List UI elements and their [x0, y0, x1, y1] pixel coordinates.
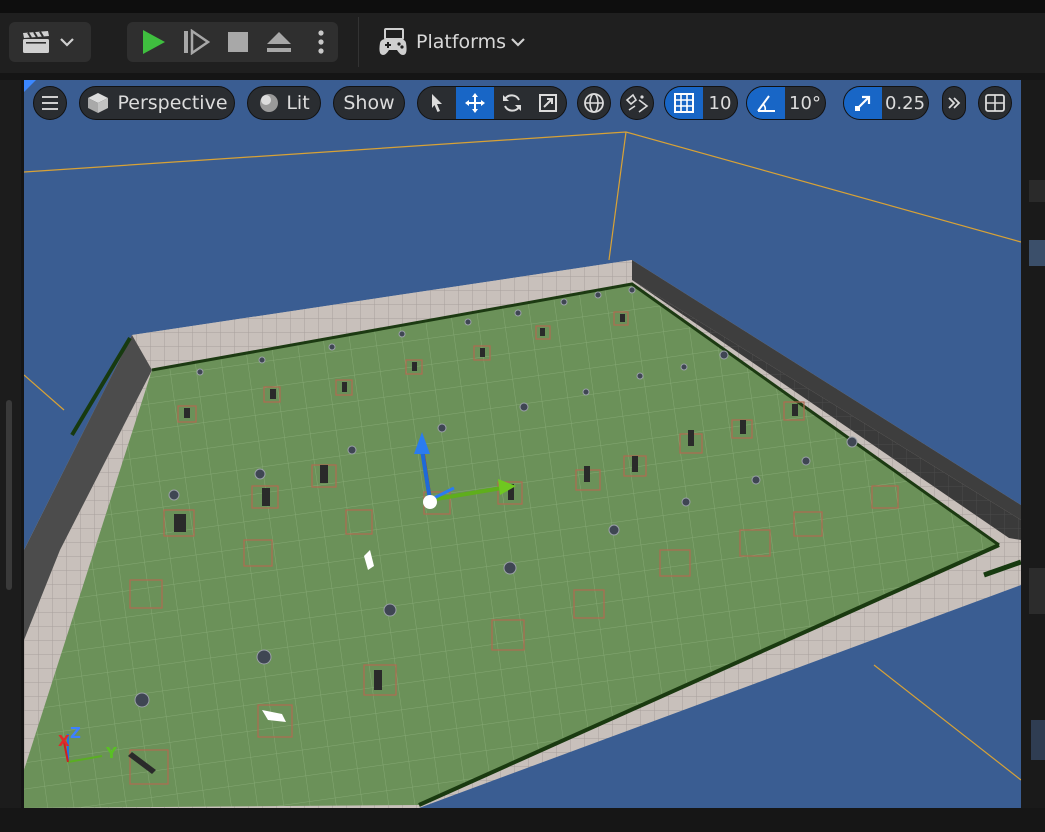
- angle-icon: [757, 95, 775, 112]
- select-arrow-icon: [432, 94, 442, 112]
- left-scrollbar[interactable]: [6, 400, 12, 590]
- lighting-mode-button[interactable]: Lit: [247, 86, 321, 120]
- stop-icon[interactable]: [227, 31, 249, 53]
- play-icon[interactable]: [139, 28, 167, 56]
- toolbar-overflow-button[interactable]: [942, 86, 966, 120]
- right-panel-edge: [1021, 80, 1045, 820]
- lit-sphere-icon: [260, 94, 279, 112]
- rotate-icon: [503, 94, 521, 112]
- panel-splitter[interactable]: [1029, 568, 1045, 614]
- surface-snap-button[interactable]: [620, 86, 654, 120]
- viewport-toolbar: Perspective Lit Show 10 10° 0.25: [24, 86, 1021, 120]
- rotate-tool-button[interactable]: [494, 87, 530, 119]
- more-vertical-icon[interactable]: [315, 28, 327, 56]
- bottom-bar: [0, 808, 1045, 832]
- coordinate-space-button[interactable]: [577, 86, 611, 120]
- grid-icon: [674, 93, 694, 113]
- level-viewport[interactable]: X Y Z Perspective Lit Show 10 10° 0.25: [24, 80, 1021, 808]
- layout-grid-icon: [985, 94, 1005, 112]
- skip-frame-icon[interactable]: [182, 29, 210, 55]
- grid-snap-group: 10: [664, 86, 738, 120]
- rotation-snap-value: 10°: [789, 92, 821, 114]
- scene-render[interactable]: [24, 80, 1021, 808]
- show-flags-label: Show: [343, 92, 395, 114]
- grid-snap-toggle[interactable]: [665, 87, 703, 119]
- show-flags-button[interactable]: Show: [333, 86, 405, 120]
- left-panel-edge: [0, 80, 21, 820]
- axis-label-x: X: [58, 732, 70, 750]
- move-tool-button[interactable]: [456, 87, 494, 119]
- surface-snap-icon: [625, 93, 649, 113]
- scale-snap-toggle[interactable]: [844, 87, 882, 119]
- scale-icon: [539, 94, 557, 112]
- eject-icon[interactable]: [265, 30, 293, 54]
- scale-snap-icon: [855, 95, 871, 111]
- view-mode-button[interactable]: Perspective: [79, 86, 235, 120]
- outliner-selected-row[interactable]: [1029, 240, 1045, 266]
- rotation-snap-group: 10°: [746, 86, 826, 120]
- scale-snap-group: 0.25: [843, 86, 929, 120]
- rotation-snap-toggle[interactable]: [747, 87, 785, 119]
- rotation-snap-value-dropdown[interactable]: 10°: [785, 87, 825, 119]
- scale-tool-button[interactable]: [530, 87, 566, 119]
- axis-label-y: Y: [106, 744, 117, 762]
- select-tool-button[interactable]: [418, 87, 456, 119]
- lighting-mode-label: Lit: [286, 92, 310, 114]
- viewport-menu-button[interactable]: [33, 86, 67, 120]
- globe-icon: [584, 93, 604, 113]
- cube-icon: [88, 93, 109, 113]
- scale-snap-value-dropdown[interactable]: 0.25: [882, 87, 928, 119]
- chevron-down-icon: [60, 38, 74, 47]
- cinematics-button[interactable]: [9, 22, 91, 62]
- grid-snap-value: 10: [708, 92, 732, 114]
- viewport-layout-button[interactable]: [978, 86, 1012, 120]
- gamepad-icon: [379, 28, 407, 55]
- toolbar-separator: [358, 17, 359, 67]
- double-chevron-right-icon: [948, 97, 961, 109]
- move-icon: [465, 93, 485, 113]
- details-panel-tab[interactable]: [1031, 720, 1045, 760]
- main-toolbar: Platforms: [0, 13, 1045, 73]
- clapperboard-icon: [23, 31, 49, 53]
- platforms-button[interactable]: Platforms: [376, 22, 536, 62]
- chevron-down-icon: [511, 38, 525, 47]
- axis-label-z: Z: [70, 724, 81, 742]
- platforms-label: Platforms: [416, 31, 507, 53]
- title-strip: [0, 0, 1045, 13]
- hamburger-menu-icon: [42, 96, 58, 110]
- transform-tools-group: [417, 86, 567, 120]
- outliner-eye-icon[interactable]: [1029, 180, 1045, 202]
- play-controls-group: [127, 22, 338, 62]
- view-mode-label: Perspective: [117, 92, 228, 114]
- grid-snap-value-dropdown[interactable]: 10: [703, 87, 737, 119]
- scale-snap-value: 0.25: [884, 92, 926, 114]
